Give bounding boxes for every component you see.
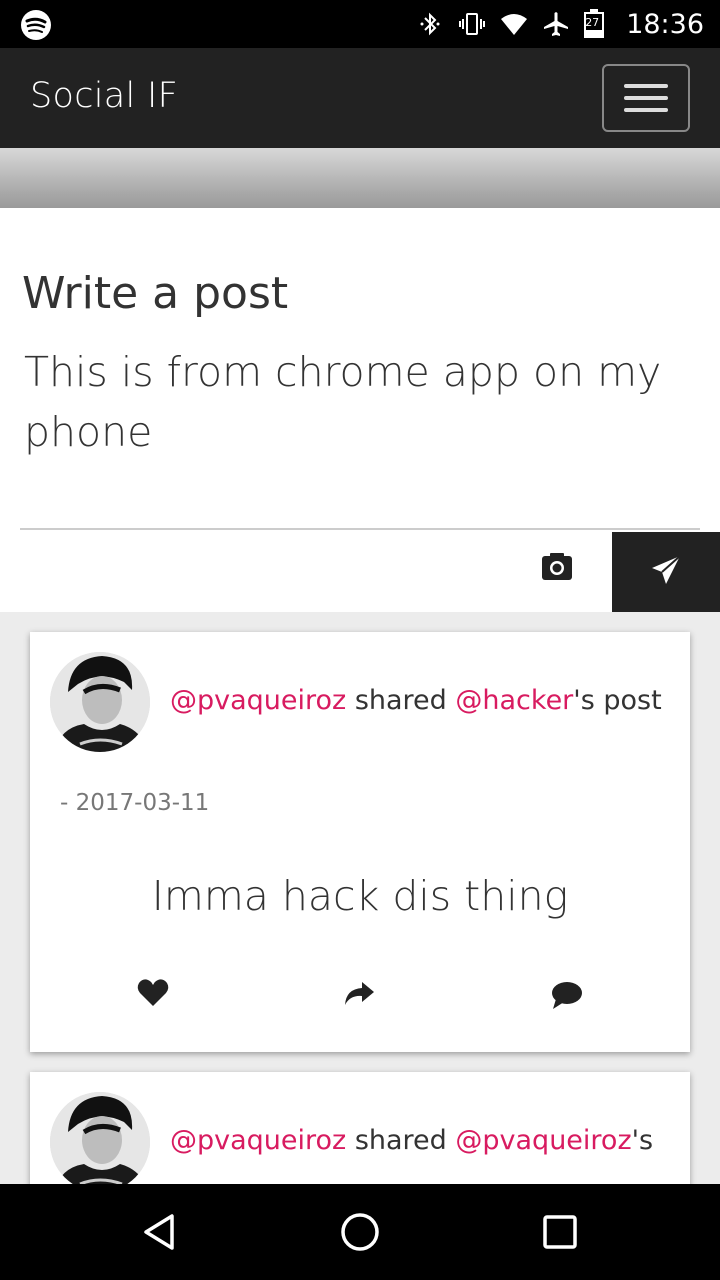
status-bar: 27 18:36 [0,0,720,48]
user-mention-link[interactable]: @pvaqueiroz [170,1125,346,1156]
home-icon[interactable] [340,1212,380,1252]
compose-card: Write a post This is from chrome app on … [0,208,720,612]
user-mention-link[interactable]: @pvaqueiroz [170,685,346,716]
clock: 18:36 [626,8,704,40]
shared-suffix: 's [631,1125,654,1156]
hamburger-line [624,108,668,112]
bluetooth-icon [420,12,440,36]
spotify-icon [21,10,51,40]
compose-heading: Write a post [22,268,289,319]
share-info: @pvaqueiroz shared @hacker's post [170,685,662,716]
camera-icon[interactable] [530,548,584,588]
shared-suffix: 's post [573,685,662,716]
menu-toggle-button[interactable] [602,64,690,132]
airplane-icon [544,12,569,36]
original-user-mention-link[interactable]: @hacker [455,685,573,716]
post-card: @pvaqueiroz shared @hacker's post - 2017… [30,632,690,1052]
android-nav-bar [0,1184,720,1280]
hamburger-icon [624,84,668,88]
paper-plane-icon [652,555,681,584]
shared-text: shared [346,1125,456,1156]
avatar-image [50,652,150,752]
vibrate-icon [459,13,486,35]
post-body: Imma hack dis thing [151,872,569,920]
battery-icon: 27 [584,9,605,39]
recents-icon[interactable] [540,1212,580,1252]
shared-text: shared [346,685,456,716]
send-button[interactable] [612,532,720,612]
post-text-input[interactable]: This is from chrome app on my phone [24,342,664,522]
hamburger-line [624,96,668,100]
heart-icon[interactable] [136,976,170,1010]
post-card: @pvaqueiroz shared @pvaqueiroz's [30,1072,690,1202]
navbar: Social IF [0,48,720,148]
comment-icon[interactable] [550,978,584,1012]
share-icon[interactable] [342,976,376,1010]
wifi-icon [501,14,528,35]
battery-level: 27 [585,16,600,29]
input-underline [20,528,700,530]
original-user-mention-link[interactable]: @pvaqueiroz [455,1125,631,1156]
avatar[interactable] [50,652,150,752]
share-info: @pvaqueiroz shared @pvaqueiroz's [170,1125,653,1156]
avatar[interactable] [50,1092,150,1192]
avatar-image [50,1092,150,1192]
nav-shadow [0,148,720,208]
post-date: - 2017-03-11 [60,790,210,816]
brand-title[interactable]: Social IF [30,76,178,116]
back-icon[interactable] [140,1212,180,1252]
